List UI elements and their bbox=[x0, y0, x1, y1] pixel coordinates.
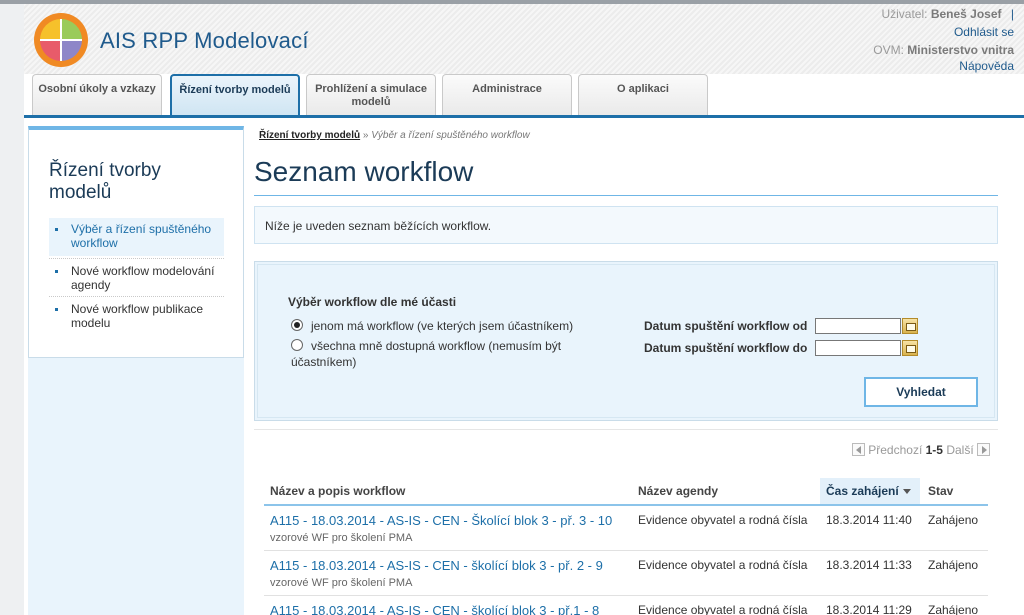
radio-button[interactable] bbox=[291, 339, 303, 351]
tab-about[interactable]: O aplikaci bbox=[578, 74, 708, 116]
table-row: A115 - 18.03.2014 - AS-IS - CEN - Školíc… bbox=[264, 507, 988, 551]
status-cell: Zahájeno bbox=[928, 513, 979, 527]
info-box: Níže je uveden seznam běžících workflow. bbox=[254, 206, 998, 244]
user-name: Beneš Josef bbox=[930, 7, 1002, 21]
ovm-name: Ministerstvo vnitra bbox=[907, 43, 1014, 57]
workflow-description: vzorové WF pro školení PMA bbox=[270, 577, 413, 589]
workflow-cell: A115 - 18.03.2014 - AS-IS - CEN - školíc… bbox=[270, 603, 630, 615]
filter-heading: Výběr workflow dle mé účasti bbox=[288, 295, 457, 309]
column-header-start-time[interactable]: Čas zahájení bbox=[820, 478, 920, 504]
breadcrumb-parent-link[interactable]: Řízení tvorby modelů bbox=[259, 130, 360, 141]
filter-panel-inner: Výběr workflow dle mé účasti jenom má wo… bbox=[257, 264, 995, 418]
search-button[interactable]: Vyhledat bbox=[864, 377, 978, 407]
workflow-link[interactable]: A115 - 18.03.2014 - AS-IS - CEN - Školíc… bbox=[270, 513, 612, 528]
table-row: A115 - 18.03.2014 - AS-IS - CEN - školíc… bbox=[264, 552, 988, 596]
bullet-icon bbox=[55, 228, 58, 231]
agenda-cell: Evidence obyvatel a rodná čísla bbox=[638, 513, 808, 527]
app-title: AIS RPP Modelovací bbox=[100, 28, 309, 53]
tab-personal-tasks[interactable]: Osobní úkoly a vzkazy bbox=[32, 74, 162, 116]
prev-page-icon[interactable] bbox=[851, 443, 865, 456]
user-label: Uživatel: bbox=[881, 7, 928, 21]
pager: Předchozí 1-5 Další bbox=[851, 443, 990, 457]
breadcrumb-current: Výběr a řízení spuštěného workflow bbox=[371, 130, 530, 141]
workflow-cell: A115 - 18.03.2014 - AS-IS - CEN - školíc… bbox=[270, 558, 630, 589]
page-title: Seznam workflow bbox=[254, 156, 474, 187]
start-time-cell: 18.3.2014 11:33 bbox=[826, 558, 912, 572]
sidebar-divider bbox=[49, 258, 224, 259]
sidebar-title: Řízení tvorby modelů bbox=[49, 160, 161, 203]
tab-model-management[interactable]: Řízení tvorby modelů bbox=[170, 74, 300, 116]
table-row: A115 - 18.03.2014 - AS-IS - CEN - školíc… bbox=[264, 597, 988, 615]
bullet-icon bbox=[55, 270, 58, 273]
sort-desc-icon bbox=[902, 489, 911, 494]
radio-my-workflows-label: jenom má workflow (ve kterých jsem účast… bbox=[311, 319, 574, 333]
radio-button-selected[interactable] bbox=[291, 319, 303, 331]
calendar-icon[interactable] bbox=[902, 318, 918, 334]
main-tabs: Osobní úkoly a vzkazy Řízení tvorby mode… bbox=[24, 74, 1024, 118]
results-section: Předchozí 1-5 Další Název a popis workfl… bbox=[254, 429, 998, 615]
column-header-start-time-label: Čas zahájení bbox=[826, 484, 899, 498]
bullet-icon bbox=[55, 308, 58, 311]
agenda-cell: Evidence obyvatel a rodná čísla bbox=[638, 558, 808, 572]
radio-my-workflows[interactable]: jenom má workflow (ve kterých jsem účast… bbox=[291, 318, 591, 334]
row-divider bbox=[264, 595, 988, 596]
calendar-icon[interactable] bbox=[902, 340, 918, 356]
sidebar-item-label: Výběr a řízení spuštěného workflow bbox=[71, 222, 212, 250]
date-from-label: Datum spuštění workflow od bbox=[644, 319, 808, 333]
sidebar-item-label: Nové workflow modelování agendy bbox=[71, 264, 215, 292]
radio-all-workflows-label: všechna mně dostupná workflow (nemusím b… bbox=[291, 338, 581, 370]
tab-browse-simulate[interactable]: Prohlížení a simulace modelů bbox=[306, 74, 436, 116]
column-header-status[interactable]: Stav bbox=[922, 478, 982, 504]
header: AIS RPP Modelovací Uživatel: Beneš Josef… bbox=[24, 4, 1024, 74]
pager-range: 1-5 bbox=[925, 443, 943, 457]
tab-administration[interactable]: Administrace bbox=[442, 74, 572, 116]
pager-prev-link[interactable]: Předchozí bbox=[868, 443, 922, 457]
radio-all-workflows[interactable]: všechna mně dostupná workflow (nemusím b… bbox=[291, 338, 581, 370]
workflow-link[interactable]: A115 - 18.03.2014 - AS-IS - CEN - školíc… bbox=[270, 603, 599, 615]
start-time-cell: 18.3.2014 11:29 bbox=[826, 603, 912, 615]
app-logo-icon[interactable] bbox=[32, 11, 90, 69]
breadcrumb: Řízení tvorby modelů » Výběr a řízení sp… bbox=[259, 130, 530, 141]
sidebar-item-new-publication-workflow[interactable]: Nové workflow publikace modelu bbox=[49, 300, 224, 332]
user-separator: | bbox=[1010, 7, 1014, 21]
pager-next-link[interactable]: Další bbox=[946, 443, 973, 457]
sidebar-item-workflow-select[interactable]: Výběr a řízení spuštěného workflow bbox=[49, 218, 224, 256]
title-divider bbox=[254, 195, 998, 196]
ovm-label: OVM: bbox=[873, 43, 904, 57]
page: AIS RPP Modelovací Uživatel: Beneš Josef… bbox=[24, 4, 1024, 615]
user-box: Uživatel: Beneš Josef | Odhlásit se OVM:… bbox=[873, 6, 1014, 74]
date-to-input[interactable] bbox=[815, 340, 901, 356]
workflow-description: vzorové WF pro školení PMA bbox=[270, 532, 413, 544]
sidebar: Řízení tvorby modelů Výběr a řízení spuš… bbox=[28, 126, 244, 358]
filter-panel: Výběr workflow dle mé účasti jenom má wo… bbox=[254, 261, 998, 421]
tab-bar-underline bbox=[24, 115, 1024, 118]
breadcrumb-separator: » bbox=[362, 130, 369, 141]
row-divider bbox=[264, 550, 988, 551]
column-header-agenda[interactable]: Název agendy bbox=[632, 478, 812, 504]
column-header-name[interactable]: Název a popis workflow bbox=[264, 478, 626, 504]
logout-link[interactable]: Odhlásit se bbox=[873, 24, 1014, 40]
radio-all-workflows-label-line1: všechna mně dostupná workflow (nemusím b… bbox=[311, 339, 562, 353]
sidebar-divider bbox=[49, 296, 224, 297]
next-page-icon[interactable] bbox=[977, 443, 990, 456]
workflow-cell: A115 - 18.03.2014 - AS-IS - CEN - Školíc… bbox=[270, 513, 630, 544]
agenda-cell: Evidence obyvatel a rodná čísla bbox=[638, 603, 808, 615]
start-time-cell: 18.3.2014 11:40 bbox=[826, 513, 912, 527]
sidebar-item-label: Nové workflow publikace modelu bbox=[71, 302, 204, 330]
help-link[interactable]: Nápověda bbox=[873, 58, 1014, 74]
table-header-rule bbox=[264, 504, 988, 506]
workflow-link[interactable]: A115 - 18.03.2014 - AS-IS - CEN - školíc… bbox=[270, 558, 603, 573]
sidebar-item-new-agenda-workflow[interactable]: Nové workflow modelování agendy bbox=[49, 262, 224, 294]
date-from-input[interactable] bbox=[815, 318, 901, 334]
radio-all-workflows-label-line2: účastníkem) bbox=[291, 355, 357, 369]
status-cell: Zahájeno bbox=[928, 558, 979, 572]
status-cell: Zahájeno bbox=[928, 603, 979, 615]
date-to-label: Datum spuštění workflow do bbox=[644, 341, 808, 355]
